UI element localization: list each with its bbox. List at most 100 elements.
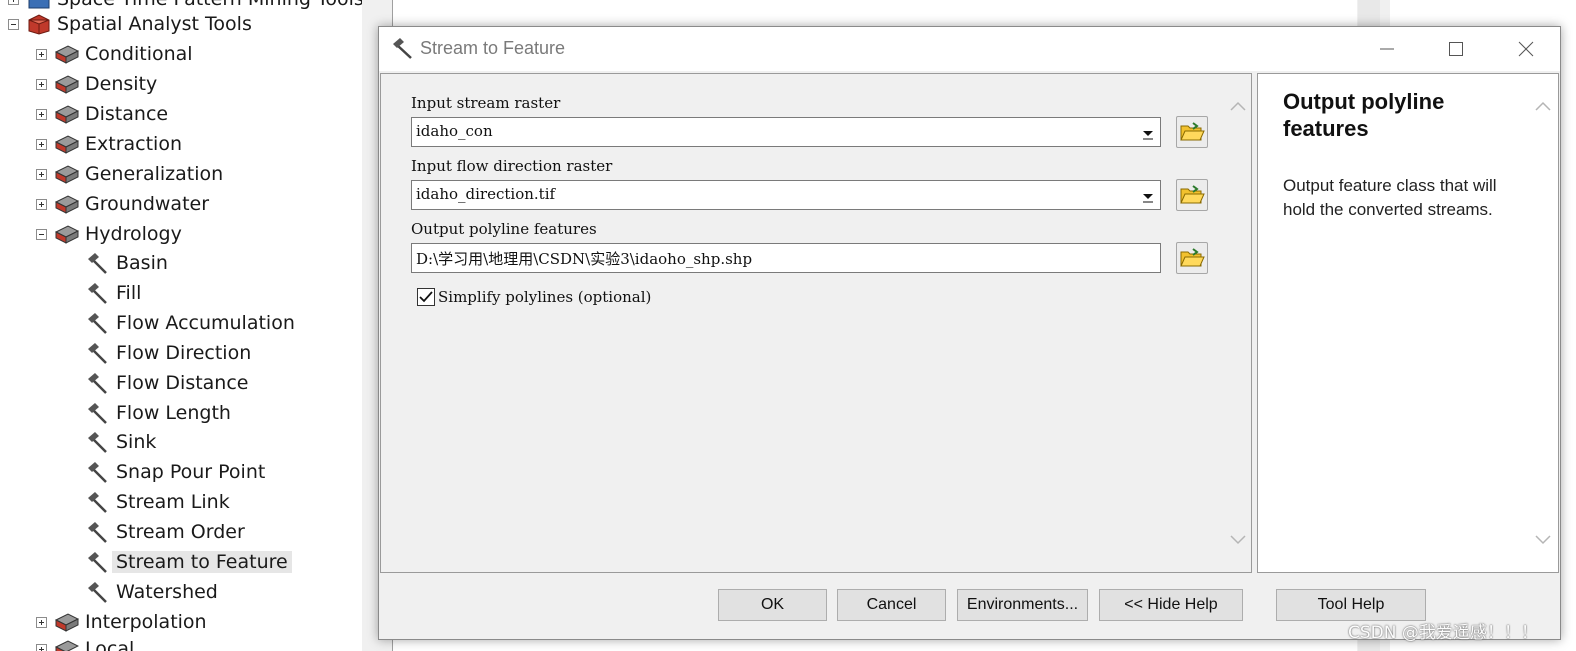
hammer-icon [88,312,107,334]
help-pane: Output polyline features Output feature … [1257,73,1559,573]
tree-item-tool[interactable]: Snap Pour Point [86,457,265,487]
tree-item-interpolation[interactable]: Interpolation [36,607,207,637]
expand-icon[interactable] [36,168,47,180]
expand-icon[interactable] [36,643,47,651]
collapse-icon[interactable] [8,18,19,30]
hammer-icon [88,342,107,364]
minimize-button[interactable] [1356,27,1418,71]
scroll-up-icon[interactable] [1229,100,1247,112]
hide-help-button[interactable]: << Hide Help [1099,589,1243,621]
tree-item-label: Flow Accumulation [116,311,295,334]
tree-item-label: Extraction [85,133,182,155]
stream-raster-label: Input stream raster [411,94,561,112]
tree-item-toolset[interactable]: Conditional [36,39,193,69]
hammer-icon [88,492,107,514]
maximize-button[interactable] [1425,27,1487,71]
tool-help-button[interactable]: Tool Help [1276,589,1426,621]
expand-icon[interactable] [36,138,47,150]
tree-item-label: Snap Pour Point [116,461,266,484]
hammer-icon [88,282,107,304]
tree-item-label: Local [85,638,135,651]
tree-item-label: Conditional [85,43,193,65]
maximize-icon [1449,42,1463,56]
tree-item-label: Distance [85,103,169,125]
tree-item-toolset[interactable]: Density [36,69,157,99]
tree-item-toolset[interactable]: Generalization [36,159,223,189]
tree-item-tool[interactable]: Fill [86,278,141,308]
hammer-icon [88,462,107,484]
browse-flow-direction-button[interactable] [1176,179,1208,211]
tree-item-local[interactable]: Local [36,634,134,651]
toolset-icon [55,225,79,244]
tree-item-toolset[interactable]: Extraction [36,129,182,159]
tree-item-toolset[interactable]: Groundwater [36,189,209,219]
expand-icon[interactable] [8,0,19,5]
tree-item-label: Flow Distance [116,371,249,394]
cancel-button[interactable]: Cancel [837,589,946,621]
simplify-checkbox[interactable] [417,288,435,306]
checkbox-check-icon [419,291,433,303]
tree-item-label: Groundwater [85,193,210,215]
simplify-option[interactable]: Simplify polylines (optional) [417,288,651,306]
hammer-icon [88,552,107,573]
output-features-value: D:\学习用\地理用\CSDN\实验3\idaoho_shp.shp [416,250,753,268]
expand-icon[interactable] [36,78,47,90]
title-bar[interactable]: Stream to Feature [379,27,1560,71]
tree-item-tool[interactable]: Flow Length [86,398,231,428]
hammer-icon [88,372,107,394]
help-scroll-up-icon[interactable] [1534,100,1552,112]
expand-icon[interactable] [36,48,47,60]
folder-open-icon [1180,248,1205,267]
catalog-tree: Space Time Pattern Mining Tools Spatial … [0,0,362,651]
tree-item-tool[interactable]: Watershed [86,577,218,607]
dropdown-arrow-icon[interactable] [1140,188,1156,204]
environments-button[interactable]: Environments... [957,589,1088,621]
browse-output-button[interactable] [1176,242,1208,274]
tree-item-label: Density [85,73,158,95]
dropdown-arrow-icon[interactable] [1140,125,1156,141]
output-features-input[interactable]: D:\学习用\地理用\CSDN\实验3\idaoho_shp.shp [411,243,1161,273]
help-text: Output feature class that will hold the … [1283,176,1497,219]
tree-item-label: Interpolation [85,611,207,633]
toolset-icon [55,135,79,154]
tree-item-label: Flow Direction [116,341,252,364]
expand-icon[interactable] [36,108,47,120]
tree-item-tool[interactable]: Basin [86,248,168,278]
tree-item-tool[interactable]: Stream Link [86,487,230,517]
hammer-icon [88,581,107,603]
help-scroll-down-icon[interactable] [1534,534,1552,546]
tree-item-tool[interactable]: Flow Accumulation [86,308,295,338]
stream-raster-select[interactable]: idaho_con [411,117,1161,147]
tree-item-label: Stream Link [116,491,230,514]
flow-direction-select[interactable]: idaho_direction.tif [411,180,1161,210]
collapse-icon[interactable] [36,228,47,240]
close-icon [1518,41,1534,57]
tree-item-tool[interactable]: Flow Distance [86,368,249,398]
toolset-icon [55,75,79,94]
scroll-down-icon[interactable] [1229,534,1247,546]
folder-open-icon [1180,185,1205,204]
toolset-icon [55,613,79,632]
tree-item-tool[interactable]: Sink [86,427,156,457]
tree-item-tool[interactable]: Stream to Feature [86,547,292,577]
hammer-icon [88,402,107,424]
toolset-icon [55,640,79,651]
expand-icon[interactable] [36,616,47,628]
folder-open-icon [1180,122,1205,141]
tree-item-toolset[interactable]: Distance [36,99,168,129]
tree-item-label: Stream Order [116,521,245,544]
tree-item-tool[interactable]: Flow Direction [86,338,251,368]
tree-item-hydrology[interactable]: Hydrology [36,219,182,249]
close-button[interactable] [1495,27,1557,71]
ok-button[interactable]: OK [718,589,827,621]
tree-item-label: Watershed [116,580,218,603]
tree-item-tool[interactable]: Stream Order [86,517,245,547]
tree-item-label: Fill [116,281,142,304]
hammer-icon [88,522,107,543]
tree-item-spatial-analyst[interactable]: Spatial Analyst Tools [8,9,252,39]
tool-dialog: Stream to Feature Input stream raster id… [378,26,1561,640]
browse-stream-raster-button[interactable] [1176,116,1208,148]
flow-direction-value: idaho_direction.tif [416,185,556,203]
expand-icon[interactable] [36,198,47,210]
dialog-title: Stream to Feature [420,38,566,58]
